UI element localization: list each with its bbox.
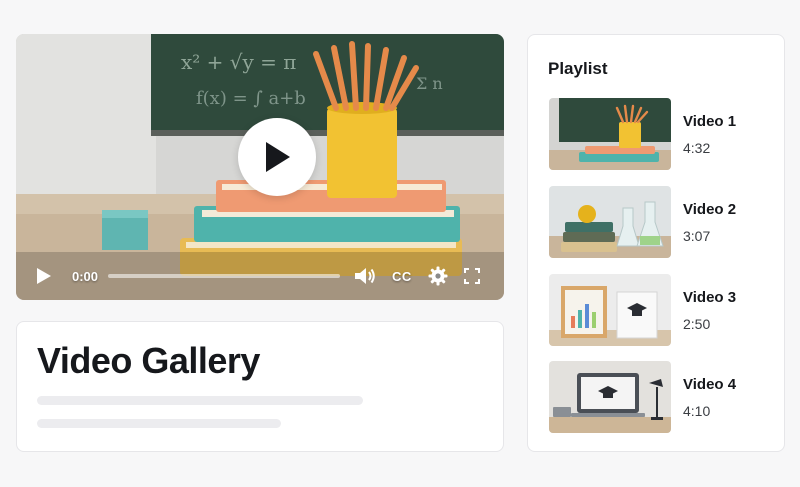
placeholder-line [37, 396, 363, 405]
playlist-heading: Playlist [548, 59, 608, 78]
svg-text:Σ n: Σ n [416, 74, 443, 93]
playlist-item-title: Video 1 [683, 112, 737, 130]
playlist-item[interactable]: Video 4 4:10 [549, 361, 769, 433]
svg-text:f(x) = ∫ a+b: f(x) = ∫ a+b [196, 88, 306, 109]
playlist-item[interactable]: Video 1 4:32 [549, 98, 769, 170]
playlist-item-title: Video 4 [683, 375, 737, 393]
volume-icon [355, 268, 375, 284]
page-title: Video Gallery [37, 340, 260, 381]
fullscreen-icon [463, 268, 480, 284]
playlist-item-title: Video 2 [683, 200, 737, 218]
play-icon [37, 268, 51, 284]
video-thumbnail [549, 274, 671, 346]
playlist-item[interactable]: Video 3 2:50 [549, 274, 769, 346]
video-thumbnail [549, 186, 671, 258]
playlist-item-duration: 4:10 [683, 402, 711, 419]
current-time: 0:00 [72, 268, 99, 284]
fullscreen-button[interactable] [463, 268, 480, 284]
placeholder-line [37, 419, 281, 428]
playlist-item-title: Video 3 [683, 288, 737, 306]
video-thumbnail [549, 361, 671, 433]
video-thumbnail [549, 98, 671, 170]
play-button[interactable] [36, 267, 52, 285]
player-controls: 0:00 CC [16, 252, 504, 300]
video-info-card: Video Gallery [16, 321, 504, 452]
captions-button[interactable]: CC [392, 269, 412, 284]
playlist-panel: Playlist Video 1 4:32 Video 2 3:07 Video… [527, 34, 785, 452]
playlist-item[interactable]: Video 2 3:07 [549, 186, 769, 258]
playlist-item-duration: 2:50 [683, 315, 711, 332]
playlist-item-duration: 3:07 [683, 227, 711, 244]
play-icon [266, 142, 290, 172]
video-player[interactable]: x² + √y = π f(x) = ∫ a+b Σ n 0:00 CC [16, 34, 504, 300]
playlist-item-duration: 4:32 [683, 139, 711, 156]
seek-bar[interactable] [108, 274, 341, 278]
gear-icon [428, 266, 448, 286]
big-play-button[interactable] [238, 118, 316, 196]
settings-button[interactable] [428, 266, 448, 286]
volume-button[interactable] [354, 266, 376, 286]
svg-text:x² + √y = π: x² + √y = π [181, 50, 296, 74]
